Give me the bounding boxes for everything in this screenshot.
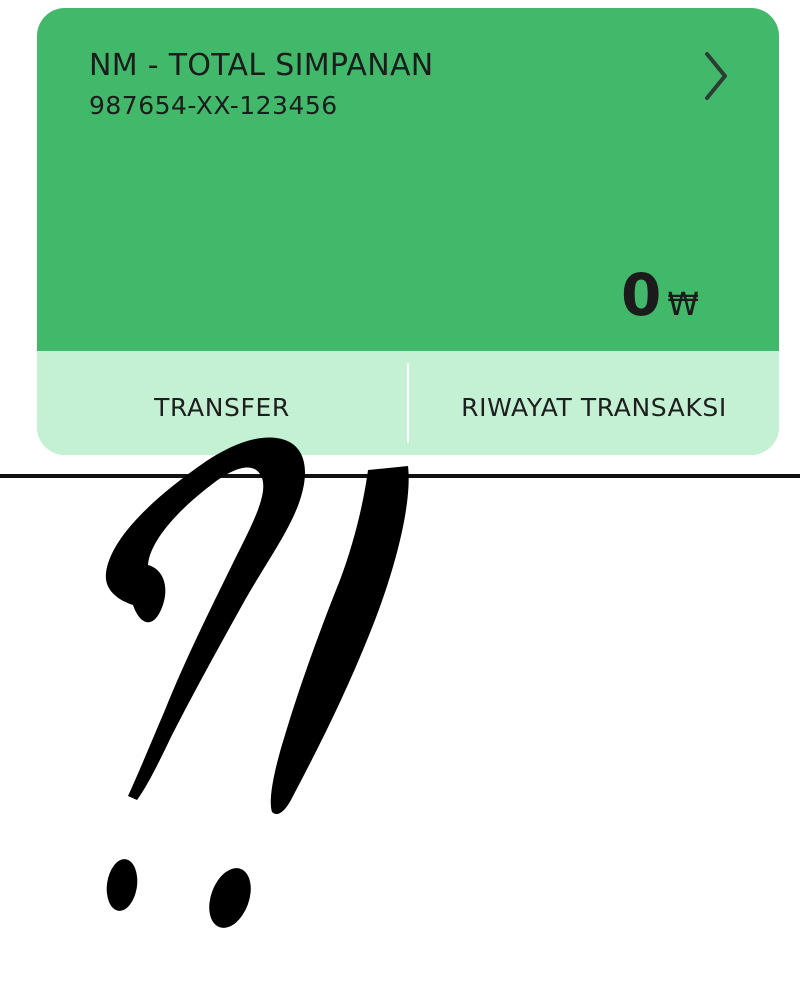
balance-amount: 0 bbox=[621, 261, 662, 329]
account-number: 987654-XX-123456 bbox=[89, 91, 338, 120]
horizontal-divider-line bbox=[0, 474, 800, 478]
card-actions: TRANSFER RIWAYAT TRANSAKSI bbox=[37, 351, 779, 455]
account-card: NM - TOTAL SIMPANAN 987654-XX-123456 0 ₩… bbox=[37, 8, 779, 455]
balance-display: 0 ₩ bbox=[621, 266, 699, 324]
currency-symbol: ₩ bbox=[667, 285, 699, 323]
transaction-history-button[interactable]: RIWAYAT TRANSAKSI bbox=[409, 351, 779, 455]
screen: NM - TOTAL SIMPANAN 987654-XX-123456 0 ₩… bbox=[0, 0, 800, 1000]
transfer-button[interactable]: TRANSFER bbox=[37, 351, 407, 455]
chevron-right-icon[interactable] bbox=[701, 50, 731, 102]
account-card-header[interactable]: NM - TOTAL SIMPANAN 987654-XX-123456 0 ₩ bbox=[37, 8, 779, 351]
account-name: NM - TOTAL SIMPANAN bbox=[89, 48, 434, 83]
